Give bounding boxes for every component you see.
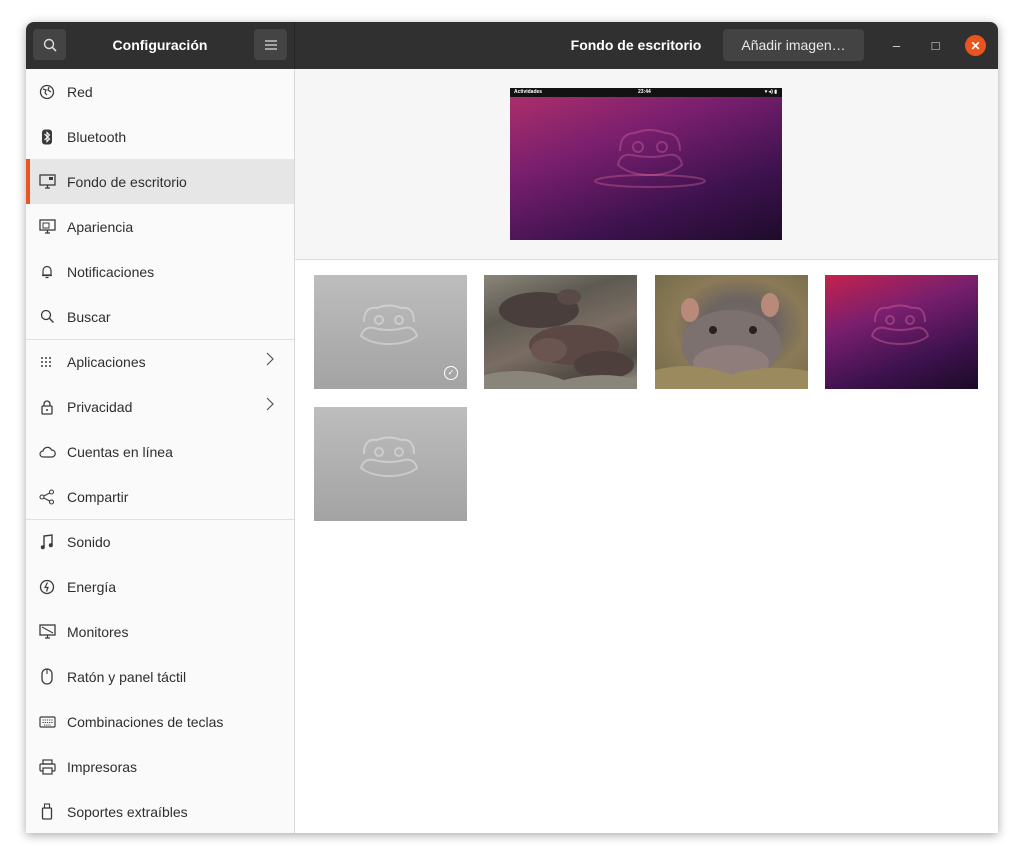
bluetooth-icon — [38, 128, 56, 146]
sidebar-item-label: Apariencia — [67, 218, 134, 235]
sidebar-item-label: Sonido — [67, 533, 111, 550]
preview-topbar: Actividades 23:44 ▾ ◂) ▮ — [510, 88, 782, 97]
sidebar-item-printers[interactable]: Impresoras — [26, 744, 294, 789]
sidebar-item-privacy[interactable]: Privacidad — [26, 384, 294, 429]
removable-media-icon — [38, 803, 56, 821]
preview-activities-label: Actividades — [514, 89, 543, 95]
sidebar-item-applications[interactable]: Aplicaciones — [26, 339, 294, 384]
sidebar-item-label: Energía — [67, 578, 117, 595]
sidebar-item-search[interactable]: Buscar — [26, 294, 294, 339]
sidebar-item-label: Impresoras — [67, 758, 138, 775]
sidebar-item-label: Monitores — [67, 623, 129, 640]
sidebar-item-label: Soportes extraíbles — [67, 803, 188, 820]
main-content: Actividades 23:44 ▾ ◂) ▮ ✓ — [295, 69, 998, 833]
sidebar-item-keyboard-shortcuts[interactable]: Combinaciones de teclas — [26, 699, 294, 744]
sidebar-item-label: Compartir — [67, 488, 129, 505]
header-left: Configuración — [26, 22, 294, 69]
chevron-right-icon — [266, 397, 274, 416]
music-note-icon — [38, 533, 56, 551]
power-icon — [38, 578, 56, 596]
minimize-button[interactable]: ‒ — [886, 35, 907, 56]
current-wallpaper-preview: Actividades 23:44 ▾ ◂) ▮ — [510, 88, 782, 240]
maximize-icon: □ — [931, 38, 940, 53]
printer-icon — [38, 758, 56, 776]
selected-check-icon: ✓ — [444, 366, 458, 380]
wallpaper-thumbnail[interactable] — [484, 275, 637, 389]
sidebar-item-label: Buscar — [67, 308, 111, 325]
wallpaper-thumbnail[interactable] — [825, 275, 978, 389]
search-button[interactable] — [33, 29, 66, 60]
sidebar-item-label: Fondo de escritorio — [67, 173, 187, 190]
sidebar-item-red[interactable]: Red — [26, 69, 294, 114]
page-title: Fondo de escritorio — [570, 37, 702, 53]
sidebar-item-label: Combinaciones de teclas — [67, 713, 224, 730]
hippo-logo-icon — [870, 304, 930, 346]
background-icon — [38, 173, 56, 191]
sidebar-item-label: Ratón y panel táctil — [67, 668, 187, 685]
close-button[interactable]: ✕ — [965, 35, 986, 56]
minimize-icon: ‒ — [892, 38, 901, 53]
hippos-photo-image — [484, 289, 637, 389]
sidebar-item-online-accounts[interactable]: Cuentas en línea — [26, 429, 294, 474]
wallpaper-thumbnail[interactable] — [314, 407, 467, 521]
sidebar-item-removable-media[interactable]: Soportes extraíbles — [26, 789, 294, 833]
preview-tray: ▾ ◂) ▮ — [764, 89, 777, 95]
hamburger-menu-icon — [264, 39, 277, 50]
network-icon — [38, 83, 56, 101]
menu-button[interactable] — [254, 29, 287, 60]
sidebar-item-label: Cuentas en línea — [67, 443, 173, 460]
sidebar-item-label: Privacidad — [67, 398, 133, 415]
sidebar-item-bluetooth[interactable]: Bluetooth — [26, 114, 294, 159]
bell-icon — [38, 263, 56, 281]
header-separator — [294, 22, 295, 69]
sidebar-item-background[interactable]: Fondo de escritorio — [26, 159, 294, 204]
wallpaper-thumbnail[interactable]: ✓ — [314, 275, 467, 389]
maximize-button[interactable]: □ — [925, 35, 946, 56]
sidebar-item-label: Notificaciones — [67, 263, 155, 280]
sidebar-item-power[interactable]: Energía — [26, 564, 294, 609]
monitor-icon — [38, 623, 56, 641]
app-title: Configuración — [112, 37, 208, 53]
hippo-logo-icon — [359, 436, 419, 478]
keyboard-icon — [38, 713, 56, 731]
cloud-icon — [38, 443, 56, 461]
sidebar-item-label: Red — [67, 83, 93, 100]
lock-icon — [38, 398, 56, 416]
sidebar-item-mouse[interactable]: Ratón y panel táctil — [26, 654, 294, 699]
sidebar-item-appearance[interactable]: Apariencia — [26, 204, 294, 249]
sidebar-item-sound[interactable]: Sonido — [26, 519, 294, 564]
search-icon — [38, 308, 56, 326]
share-icon — [38, 488, 56, 506]
mouse-icon — [38, 668, 56, 686]
sidebar-item-notifications[interactable]: Notificaciones — [26, 249, 294, 294]
sidebar-item-label: Aplicaciones — [67, 353, 146, 370]
apps-grid-icon — [38, 353, 56, 371]
settings-window: Configuración Fondo de escritorio Añadir… — [26, 22, 998, 833]
appearance-icon — [38, 218, 56, 236]
hippo-photo-image — [655, 293, 808, 389]
hippo-logo-icon — [359, 304, 419, 346]
header-bar: Configuración Fondo de escritorio Añadir… — [26, 22, 998, 69]
hippo-logo-icon — [594, 129, 706, 188]
chevron-right-icon — [266, 352, 274, 371]
add-image-button[interactable]: Añadir imagen… — [723, 29, 864, 61]
sidebar: Red Bluetooth Fondo de escritorio Aparie… — [26, 69, 295, 833]
preview-area: Actividades 23:44 ▾ ◂) ▮ — [295, 69, 998, 260]
search-icon — [43, 38, 57, 52]
close-icon: ✕ — [970, 38, 981, 53]
sidebar-item-displays[interactable]: Monitores — [26, 609, 294, 654]
sidebar-item-label: Bluetooth — [67, 128, 127, 145]
wallpaper-thumbnail[interactable] — [655, 275, 808, 389]
preview-clock: 23:44 — [638, 89, 651, 95]
sidebar-item-sharing[interactable]: Compartir — [26, 474, 294, 519]
